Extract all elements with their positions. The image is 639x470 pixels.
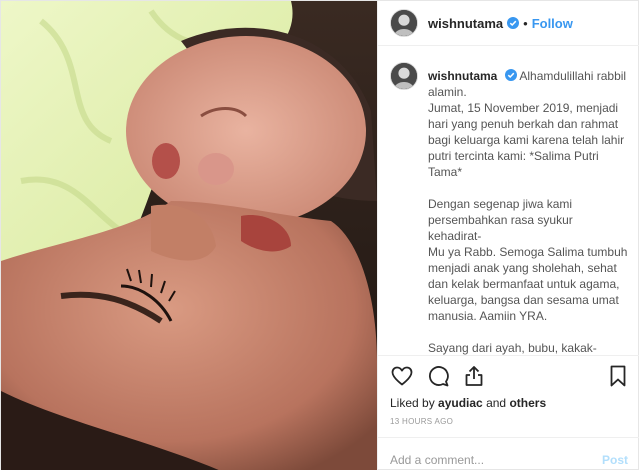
liked-by-user-link[interactable]: ayudiac (438, 396, 483, 410)
verified-badge-icon (504, 69, 517, 81)
post-actions (378, 355, 639, 395)
comment-button[interactable] (426, 364, 450, 388)
profile-photo-icon (391, 10, 417, 36)
instagram-post: wishnutama • Follow wishnutama Alhamduli… (0, 0, 639, 470)
save-button[interactable] (606, 364, 630, 388)
caption-line: alamin. (428, 85, 467, 99)
username-link[interactable]: wishnutama (428, 16, 503, 31)
post-timestamp[interactable]: 13 HOURS AGO (378, 415, 639, 437)
caption-paragraph-gap (428, 180, 628, 196)
likes-joiner: and (482, 396, 510, 410)
likes-prefix: Liked by (390, 396, 439, 410)
post-comment-button[interactable]: Post (602, 453, 628, 467)
heart-icon (391, 366, 413, 385)
caption-paragraph-gap (428, 324, 628, 340)
caption-line: Dengan segenap jiwa kami (428, 197, 573, 211)
share-icon (465, 365, 483, 386)
caption-line: dan kelak bermanfaat untuk agama, (428, 277, 620, 291)
like-button[interactable] (390, 364, 414, 388)
caption-line: menjadi anak yang sholehah, sehat (428, 261, 617, 275)
post-photo[interactable] (1, 1, 377, 470)
caption-avatar[interactable] (390, 62, 418, 90)
header-separator: • (523, 15, 528, 31)
caption-line: manusia. Aamiin YRA. (428, 309, 548, 323)
post-header: wishnutama • Follow (378, 1, 639, 46)
caption-line: persembahkan rasa syukur kehadirat- (428, 213, 573, 243)
post-caption: wishnutama Alhamdulillahi rabbil alamin.… (428, 68, 628, 355)
bookmark-icon (610, 365, 626, 387)
profile-photo-icon (391, 63, 417, 89)
caption-username[interactable]: wishnutama (428, 69, 497, 83)
caption-first-line: Alhamdulillahi rabbil (519, 69, 627, 83)
caption-line: putri tercinta kami: *Salima Putri (428, 149, 599, 163)
caption-line: hari yang penuh berkah dan rahmat (428, 117, 619, 131)
likes-others-link[interactable]: others (509, 396, 546, 410)
comment-form: Post (378, 437, 639, 470)
caption-line: Sayang dari ayah, bubu, kakak-kakak (428, 341, 597, 355)
caption-line: bagi keluarga kami karena telah lahir (428, 133, 625, 147)
follow-button[interactable]: Follow (532, 16, 573, 31)
comment-input[interactable] (390, 452, 602, 467)
caption-line: Tama* (428, 165, 463, 179)
likes-summary: Liked by ayudiac and others (378, 395, 639, 415)
comment-icon (429, 365, 449, 386)
verified-badge-icon (507, 17, 520, 29)
avatar[interactable] (390, 9, 418, 37)
caption-lines: alamin. Jumat, 15 November 2019, menjadi h… (428, 84, 628, 355)
caption-area: wishnutama Alhamdulillahi rabbil alamin.… (378, 46, 639, 355)
caption-line: Jumat, 15 November 2019, menjadi (428, 101, 619, 115)
share-button[interactable] (462, 364, 486, 388)
newborn-with-mother-photo (1, 1, 377, 470)
post-sidebar: wishnutama • Follow wishnutama Alhamduli… (377, 1, 639, 470)
caption-line: Mu ya Rabb. Semoga Salima tumbuh (428, 245, 628, 259)
caption-line: keluarga, bangsa dan sesama umat (428, 293, 619, 307)
